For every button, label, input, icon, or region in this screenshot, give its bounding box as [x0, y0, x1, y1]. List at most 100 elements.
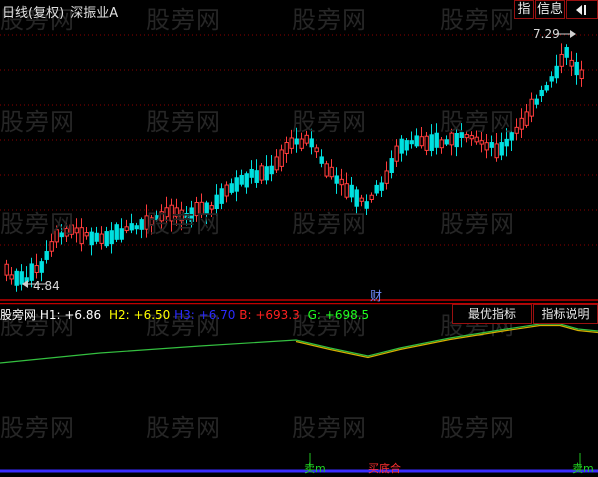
candle-body	[59, 232, 64, 238]
candlestick-series	[4, 43, 584, 292]
candle-body	[384, 170, 389, 184]
period-title: 日线(复权)	[2, 6, 65, 21]
candle-body	[304, 134, 309, 144]
candle-body	[504, 138, 509, 147]
best-indicator-button[interactable]: 最优指标	[452, 304, 532, 324]
candle-body	[294, 138, 299, 145]
candle-body	[164, 207, 169, 218]
candle-body	[279, 149, 284, 167]
candle-body	[484, 142, 489, 151]
indicator-help-button[interactable]: 指标说明	[533, 304, 598, 324]
candle-body	[534, 98, 539, 105]
candle-body	[284, 142, 289, 154]
candle-body	[454, 132, 459, 148]
candle-body	[179, 209, 184, 222]
candle-body	[579, 69, 584, 80]
candle-body	[439, 139, 444, 149]
candle-body	[489, 142, 494, 148]
candle-body	[559, 53, 564, 67]
candle-body	[524, 111, 529, 126]
indicator-chart[interactable]	[0, 303, 598, 477]
candle-body	[364, 201, 369, 209]
h2-value: +6.50	[133, 308, 171, 322]
candle-body	[354, 189, 359, 207]
candle-body	[214, 194, 219, 210]
finance-marker[interactable]: 财	[370, 287, 382, 304]
candle-body	[119, 228, 124, 240]
stock-name: 深振业A	[70, 6, 119, 21]
candle-body	[4, 263, 9, 276]
candle-body	[309, 138, 314, 148]
candle-body	[569, 59, 574, 67]
candle-body	[549, 76, 554, 82]
candle-body	[269, 165, 274, 175]
candle-body	[189, 207, 194, 222]
candle-body	[134, 225, 139, 230]
candle-body	[404, 140, 409, 151]
indicator-legend: 股旁网 H1: +6.86 H2: +6.50 H3: +6.70 B: +69…	[0, 306, 369, 323]
sell-signal-label: 卖m	[572, 462, 594, 475]
candle-body	[429, 134, 434, 151]
b-label: B:	[239, 308, 252, 322]
candle-body	[289, 137, 294, 149]
candle-body	[274, 156, 279, 171]
candle-body	[254, 170, 259, 183]
candle-body	[249, 168, 254, 178]
candle-body	[444, 139, 449, 145]
candle-body	[14, 270, 19, 286]
candle-body	[324, 163, 329, 177]
candle-body	[424, 135, 429, 151]
candle-body	[434, 132, 439, 148]
candle-body	[49, 241, 54, 252]
candle-body	[314, 147, 319, 153]
candle-body	[459, 132, 464, 139]
g-label: G:	[307, 308, 321, 322]
candle-body	[529, 98, 534, 117]
candle-body	[389, 158, 394, 174]
candle-body	[34, 265, 39, 273]
candle-body	[514, 126, 519, 134]
candle-body	[479, 140, 484, 145]
candle-body	[64, 228, 69, 237]
candle-body	[379, 182, 384, 191]
candle-body	[194, 202, 199, 217]
candle-body	[264, 166, 269, 181]
candle-body	[349, 184, 354, 198]
candle-body	[259, 165, 264, 181]
candle-body	[554, 65, 559, 79]
candle-body	[209, 205, 214, 210]
candle-body	[174, 207, 179, 218]
candle-body	[519, 117, 524, 130]
candle-body	[224, 184, 229, 197]
indicator-button[interactable]: 指	[514, 0, 534, 19]
chart-header: 日线(复权) 深振业A	[2, 2, 118, 21]
collapse-button[interactable]	[566, 0, 598, 19]
candle-body	[19, 271, 24, 285]
candle-body	[219, 188, 224, 204]
candle-body	[54, 229, 59, 243]
candle-body	[99, 233, 104, 244]
candle-body	[244, 173, 249, 188]
candle-body	[509, 132, 514, 141]
info-button[interactable]: 信息	[535, 0, 565, 19]
sell-signal-label: 卖m	[304, 462, 326, 475]
candle-body	[319, 156, 324, 164]
candle-body	[399, 138, 404, 154]
candle-body	[344, 183, 349, 198]
candle-body	[229, 183, 234, 193]
candle-body	[39, 261, 44, 273]
candle-body	[79, 227, 84, 245]
candle-body	[74, 227, 79, 234]
candle-body	[474, 136, 479, 143]
candle-body	[539, 89, 544, 97]
candle-body	[419, 136, 424, 147]
high-marker-arrow	[570, 30, 576, 38]
candle-body	[149, 217, 154, 226]
candle-body	[449, 132, 454, 146]
candle-body	[94, 232, 99, 242]
candle-body	[414, 135, 419, 147]
candlestick-chart[interactable]	[0, 0, 598, 303]
candle-body	[409, 140, 414, 145]
g-value: +698.5	[324, 308, 370, 322]
candle-body	[239, 175, 244, 185]
